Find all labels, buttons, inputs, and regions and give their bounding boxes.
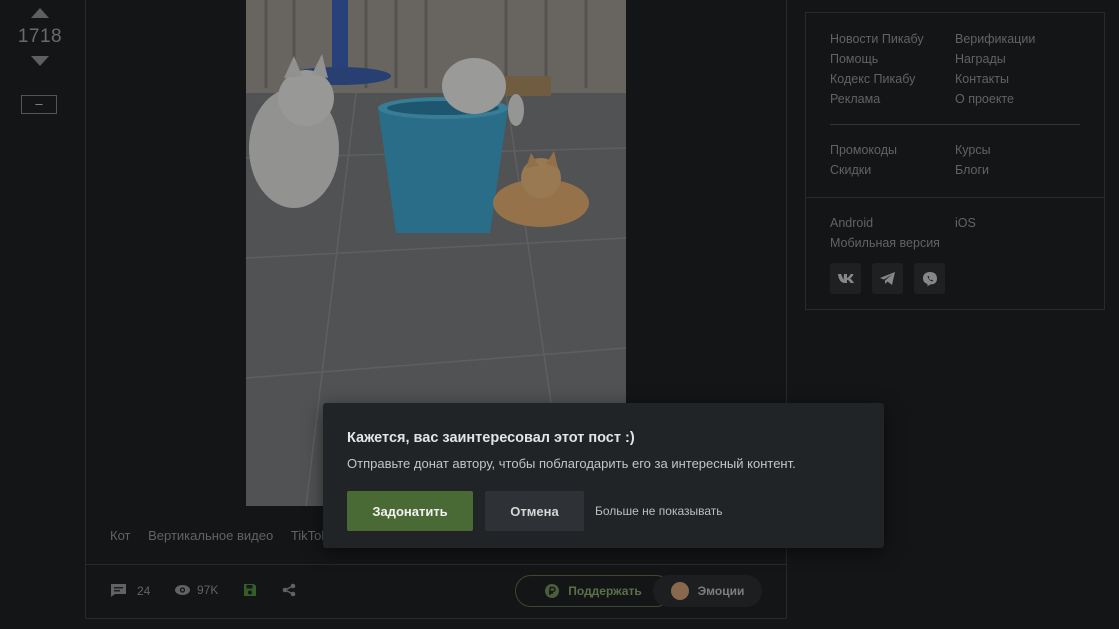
link-ios[interactable]: iOS bbox=[955, 216, 976, 230]
link-pikabu-code[interactable]: Кодекс Пикабу bbox=[830, 72, 915, 86]
link-verifications[interactable]: Верификации bbox=[955, 32, 1035, 46]
views-count: 97K bbox=[197, 583, 219, 597]
vk-button[interactable] bbox=[830, 263, 861, 294]
sidebar-separator bbox=[830, 124, 1080, 125]
support-button[interactable]: Поддержать bbox=[515, 575, 672, 607]
views-counter: 97K bbox=[174, 583, 218, 597]
dont-show-again-link[interactable]: Больше не показывать bbox=[595, 504, 723, 518]
share-button[interactable] bbox=[282, 583, 296, 597]
story-footer: 24 97K Поддержать Эмоции bbox=[86, 565, 786, 619]
sidebar-divider bbox=[806, 197, 1104, 198]
telegram-button[interactable] bbox=[872, 263, 903, 294]
link-advertising[interactable]: Реклама bbox=[830, 92, 880, 106]
popup-text: Отправьте донат автору, чтобы поблагодар… bbox=[347, 456, 796, 471]
comments-count: 24 bbox=[137, 583, 151, 598]
viber-button[interactable] bbox=[914, 263, 945, 294]
link-awards[interactable]: Награды bbox=[955, 52, 1006, 66]
rating-panel: 1718 bbox=[12, 8, 68, 66]
link-pikabu-news[interactable]: Новости Пикабу bbox=[830, 32, 924, 46]
downvote-icon[interactable] bbox=[31, 56, 49, 66]
comment-icon bbox=[111, 584, 126, 597]
share-icon bbox=[282, 583, 296, 597]
rating-score: 1718 bbox=[17, 26, 63, 47]
comments-button[interactable]: 24 bbox=[110, 583, 150, 598]
emotions-label: Эмоции bbox=[697, 584, 745, 598]
cancel-button[interactable]: Отмена bbox=[485, 491, 584, 531]
link-courses[interactable]: Курсы bbox=[955, 143, 991, 157]
telegram-icon bbox=[880, 272, 895, 285]
donation-popup: Кажется, вас заинтересовал этот пост :) … bbox=[323, 403, 884, 548]
donate-button[interactable]: Задонатить bbox=[347, 491, 473, 531]
upvote-icon[interactable] bbox=[31, 8, 49, 18]
emoji-face-icon bbox=[670, 582, 689, 600]
link-help[interactable]: Помощь bbox=[830, 52, 878, 66]
viber-icon bbox=[922, 271, 937, 286]
link-promocodes[interactable]: Промокоды bbox=[830, 143, 897, 157]
save-icon bbox=[244, 584, 256, 596]
link-contacts[interactable]: Контакты bbox=[955, 72, 1009, 86]
link-about[interactable]: О проекте bbox=[955, 92, 1014, 106]
vk-icon bbox=[837, 274, 854, 283]
emotions-button[interactable]: Эмоции bbox=[653, 575, 762, 607]
support-label: Поддержать bbox=[568, 584, 642, 598]
link-discounts[interactable]: Скидки bbox=[830, 163, 871, 177]
sidebar-footer-links: Новости Пикабу Помощь Кодекс Пикабу Рекл… bbox=[805, 12, 1105, 310]
tag-cat[interactable]: Кот bbox=[110, 528, 130, 543]
link-android[interactable]: Android bbox=[830, 216, 873, 230]
eye-icon bbox=[175, 585, 190, 595]
tag-list: Кот Вертикальное видео TikTok bbox=[110, 528, 342, 543]
link-mobile-version[interactable]: Мобильная версия bbox=[830, 236, 940, 250]
link-blogs[interactable]: Блоги bbox=[955, 163, 989, 177]
collapse-story-button[interactable]: – bbox=[21, 95, 57, 114]
save-button[interactable] bbox=[243, 583, 257, 597]
popup-title: Кажется, вас заинтересовал этот пост :) bbox=[347, 430, 635, 446]
ruble-icon bbox=[545, 584, 560, 598]
tag-vertical-video[interactable]: Вертикальное видео bbox=[148, 528, 273, 543]
